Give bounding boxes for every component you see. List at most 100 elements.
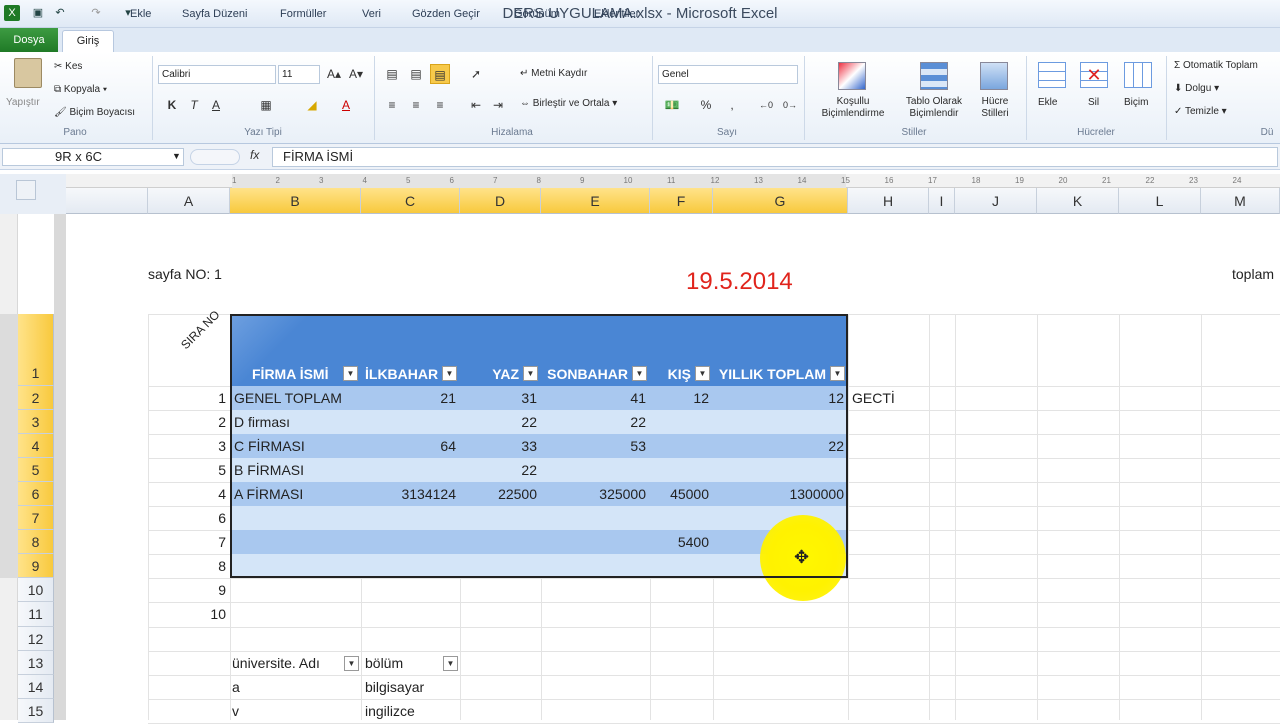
- filter-dropdown-icon[interactable]: ▼: [344, 656, 359, 671]
- merge-center-button[interactable]: ⇔ Birleştir ve Ortala ▾: [520, 98, 617, 109]
- sira-no-cell[interactable]: 8: [150, 554, 226, 578]
- university-name-header[interactable]: üniversite. Adı: [232, 651, 342, 675]
- align-middle-icon[interactable]: ▤: [406, 64, 426, 84]
- name-box[interactable]: 9R x 6C: [2, 148, 184, 166]
- fill-button[interactable]: ⬇ Dolgu ▾: [1174, 83, 1219, 94]
- shrink-font-icon[interactable]: A▾: [346, 64, 366, 84]
- row-header-11[interactable]: 11: [18, 602, 54, 627]
- align-center-icon[interactable]: ≡: [406, 95, 426, 115]
- clear-button[interactable]: ✓ Temizle ▾: [1174, 106, 1227, 117]
- tab-formulas[interactable]: Formüller: [270, 4, 336, 24]
- column-header-l[interactable]: L: [1119, 188, 1201, 214]
- row-header-9[interactable]: 9: [18, 554, 54, 578]
- formula-bar-handle[interactable]: [190, 149, 240, 165]
- font-size-combo[interactable]: 11: [278, 65, 320, 84]
- department-cell[interactable]: ingilizce: [365, 699, 457, 723]
- paste-button[interactable]: [6, 58, 50, 98]
- column-header-c[interactable]: C: [361, 188, 460, 214]
- sira-no-cell[interactable]: 7: [150, 530, 226, 554]
- sira-no-cell[interactable]: 10: [150, 602, 226, 626]
- format-painter-button[interactable]: 🖌 Biçim Boyacısı: [54, 107, 135, 118]
- tab-view[interactable]: Görünüm: [504, 4, 570, 24]
- department-header[interactable]: bölüm: [365, 651, 441, 675]
- number-format-combo[interactable]: Genel: [658, 65, 798, 84]
- format-as-table-button[interactable]: [912, 58, 956, 98]
- column-header-b[interactable]: B: [230, 188, 361, 214]
- filter-dropdown-icon[interactable]: ▼: [443, 656, 458, 671]
- percent-button[interactable]: %: [696, 95, 716, 115]
- comma-style-icon[interactable]: ,: [722, 95, 742, 115]
- fill-color-icon[interactable]: ◢: [302, 95, 322, 115]
- format-cells-button[interactable]: [1116, 58, 1160, 98]
- insert-cells-button[interactable]: [1030, 58, 1074, 98]
- italic-button[interactable]: T: [184, 95, 204, 115]
- tab-page-layout[interactable]: Sayfa Düzeni: [172, 4, 257, 24]
- increase-decimal-icon[interactable]: ←0: [756, 95, 776, 115]
- currency-icon[interactable]: 💵: [662, 95, 682, 115]
- copy-button[interactable]: ⧉ Kopyala ▾: [54, 84, 107, 95]
- tab-review[interactable]: Gözden Geçir: [402, 4, 490, 24]
- column-header-k[interactable]: K: [1037, 188, 1119, 214]
- autosum-button[interactable]: Σ Otomatik Toplam: [1174, 60, 1258, 71]
- cut-button[interactable]: ✂ Kes: [54, 61, 82, 72]
- underline-button[interactable]: A: [206, 95, 226, 115]
- row-header-1[interactable]: 1: [18, 314, 54, 386]
- conditional-formatting-button[interactable]: [830, 58, 874, 98]
- name-box-dropdown-icon[interactable]: ▼: [172, 151, 181, 161]
- column-header-a[interactable]: A: [148, 188, 230, 214]
- orientation-icon[interactable]: ➚: [466, 64, 486, 84]
- decrease-decimal-icon[interactable]: 0→: [780, 95, 800, 115]
- sira-no-cell[interactable]: 4: [150, 482, 226, 506]
- university-name-cell[interactable]: v: [232, 699, 352, 723]
- sira-no-cell[interactable]: 6: [150, 506, 226, 530]
- column-header-m[interactable]: M: [1201, 188, 1280, 214]
- tab-data[interactable]: Veri: [352, 4, 391, 24]
- increase-indent-icon[interactable]: ⇥: [488, 95, 508, 115]
- row-header-6[interactable]: 6: [18, 482, 54, 506]
- wrap-text-button[interactable]: ↵ Metni Kaydır: [520, 68, 587, 79]
- font-name-combo[interactable]: Calibri: [158, 65, 276, 84]
- borders-icon[interactable]: ▦: [256, 95, 276, 115]
- sira-no-cell[interactable]: 9: [150, 578, 226, 602]
- column-header-h[interactable]: H: [848, 188, 929, 214]
- column-header-f[interactable]: F: [650, 188, 713, 214]
- sira-no-cell[interactable]: 2: [150, 410, 226, 434]
- row-header-4[interactable]: 4: [18, 434, 54, 458]
- font-color-icon[interactable]: A: [336, 95, 356, 115]
- tab-home[interactable]: Giriş: [62, 30, 114, 52]
- align-bottom-icon[interactable]: ▤: [430, 64, 450, 84]
- sira-no-cell[interactable]: 1: [150, 386, 226, 410]
- row-header-13[interactable]: 13: [18, 651, 54, 675]
- column-header-j[interactable]: J: [955, 188, 1037, 214]
- bold-button[interactable]: K: [162, 95, 182, 115]
- insert-function-button[interactable]: fx: [250, 148, 259, 162]
- row-header-12[interactable]: 12: [18, 627, 54, 651]
- row-header-5[interactable]: 5: [18, 458, 54, 482]
- tab-insert[interactable]: Ekle: [120, 4, 161, 24]
- sira-no-cell[interactable]: 3: [150, 434, 226, 458]
- select-all-button[interactable]: [16, 180, 36, 200]
- align-left-icon[interactable]: ≡: [382, 95, 402, 115]
- formula-input[interactable]: FİRMA İSMİ: [272, 147, 1278, 167]
- column-header-d[interactable]: D: [460, 188, 541, 214]
- row-header-8[interactable]: 8: [18, 530, 54, 554]
- row-header-2[interactable]: 2: [18, 386, 54, 410]
- row-header-3[interactable]: 3: [18, 410, 54, 434]
- align-top-icon[interactable]: ▤: [382, 64, 402, 84]
- status-cell[interactable]: GECTİ: [852, 386, 928, 410]
- row-header-14[interactable]: 14: [18, 675, 54, 699]
- sira-no-cell[interactable]: 5: [150, 458, 226, 482]
- column-header-g[interactable]: G: [713, 188, 848, 214]
- decrease-indent-icon[interactable]: ⇤: [466, 95, 486, 115]
- tab-file[interactable]: Dosya: [0, 28, 58, 52]
- column-header-e[interactable]: E: [541, 188, 650, 214]
- column-header-i[interactable]: I: [929, 188, 955, 214]
- university-name-cell[interactable]: a: [232, 675, 352, 699]
- align-right-icon[interactable]: ≡: [430, 95, 450, 115]
- row-header-10[interactable]: 10: [18, 578, 54, 602]
- row-header-15[interactable]: 15: [18, 699, 54, 723]
- cell-styles-button[interactable]: [972, 58, 1016, 98]
- grow-font-icon[interactable]: A▴: [324, 64, 344, 84]
- tab-addins[interactable]: Eklentiler: [584, 4, 649, 24]
- department-cell[interactable]: bilgisayar: [365, 675, 457, 699]
